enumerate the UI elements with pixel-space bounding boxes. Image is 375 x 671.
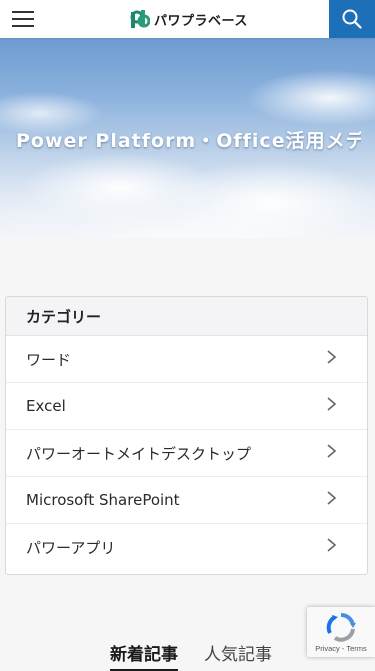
logo-text: パワプラベース: [154, 13, 248, 29]
category-heading: カテゴリー: [6, 297, 367, 336]
chevron-right-icon: [327, 444, 337, 458]
hero-title: Power Platform・Office活用メディア: [16, 130, 361, 152]
recaptcha-privacy-link[interactable]: Privacy: [315, 644, 340, 653]
category-item-label: Excel: [26, 397, 66, 415]
search-button[interactable]: [329, 0, 375, 38]
category-card: カテゴリー ワード Excel パワーオートメイトデスクトップ Microsof…: [5, 296, 368, 575]
category-item-word[interactable]: ワード: [6, 336, 367, 383]
search-icon: [342, 9, 362, 29]
category-item-label: ワード: [26, 350, 72, 369]
top-header: パワプラベース: [0, 0, 375, 38]
tab-popular-articles[interactable]: 人気記事: [204, 640, 272, 671]
chevron-right-icon: [327, 538, 337, 552]
category-item-power-automate-desktop[interactable]: パワーオートメイトデスクトップ: [6, 430, 367, 477]
category-item-excel[interactable]: Excel: [6, 383, 367, 430]
category-item-label: パワーアプリ: [26, 539, 116, 557]
category-item-label: Microsoft SharePoint: [26, 491, 180, 509]
article-tabs: 新着記事 人気記事: [110, 640, 272, 671]
category-item-sharepoint[interactable]: Microsoft SharePoint: [6, 477, 367, 524]
recaptcha-links: Privacy - Terms: [307, 644, 375, 653]
chevron-right-icon: [327, 350, 337, 364]
recaptcha-icon: [326, 612, 356, 642]
category-item-power-apps[interactable]: パワーアプリ: [6, 524, 367, 571]
site-logo[interactable]: パワプラベース: [130, 8, 248, 30]
hamburger-menu-icon[interactable]: [12, 9, 34, 29]
recaptcha-badge[interactable]: Privacy - Terms: [307, 607, 375, 657]
recaptcha-terms-link[interactable]: Terms: [346, 644, 366, 653]
category-item-label: パワーオートメイトデスクトップ: [26, 444, 252, 463]
chevron-right-icon: [327, 397, 337, 411]
chevron-right-icon: [327, 491, 337, 505]
tab-new-articles[interactable]: 新着記事: [110, 640, 178, 671]
hero-banner: Power Platform・Office活用メディア: [0, 38, 375, 238]
logo-mark-icon: [130, 10, 150, 28]
